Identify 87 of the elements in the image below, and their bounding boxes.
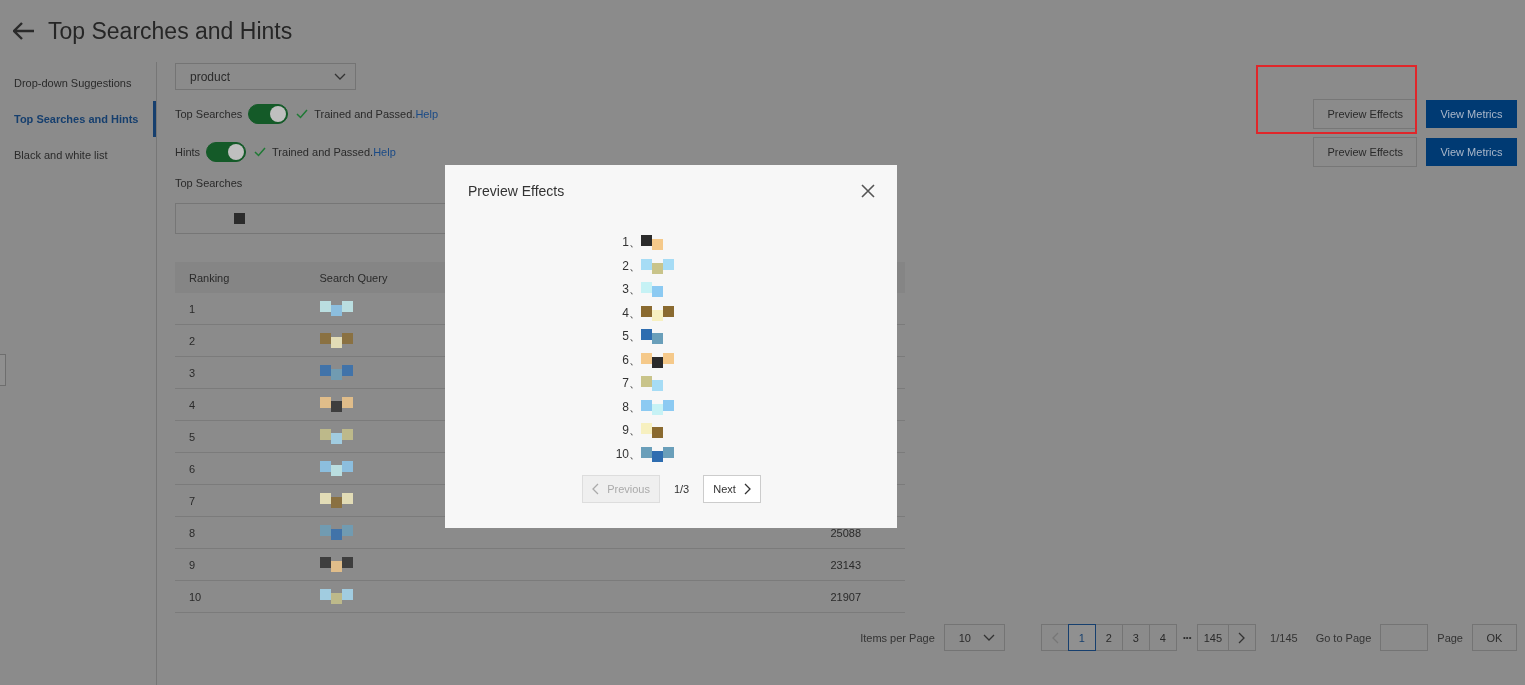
- close-icon[interactable]: [861, 184, 875, 198]
- help-link[interactable]: Help: [373, 146, 396, 158]
- preview-effects-button[interactable]: Preview Effects: [1313, 137, 1417, 167]
- check-icon: [296, 109, 309, 119]
- table-cell: 4: [175, 388, 306, 421]
- page-button[interactable]: 2: [1094, 624, 1123, 651]
- list-number: 6、: [621, 351, 641, 369]
- pixelated-text: [319, 493, 353, 508]
- chevron-down-icon: [982, 633, 995, 642]
- pixelated-text: [641, 305, 674, 321]
- list-number: 5、: [621, 328, 641, 346]
- page-title: Top Searches and Hints: [48, 17, 293, 45]
- pixelated-text: [641, 235, 663, 251]
- pixelated-text: [641, 446, 674, 462]
- feature-label: Top Searches: [175, 108, 243, 120]
- table-cell: 7: [175, 484, 306, 517]
- pixelated-text: [234, 213, 245, 224]
- table-cell: 21907: [830, 590, 861, 603]
- table-cell: 10: [175, 580, 306, 613]
- page-button[interactable]: 145: [1196, 624, 1230, 651]
- back-arrow-icon[interactable]: [13, 22, 35, 40]
- ok-button[interactable]: OK: [1472, 624, 1517, 651]
- table-cell: 1: [175, 293, 306, 325]
- status-text: Trained and Passed.Help: [314, 108, 438, 120]
- page-button[interactable]: 4: [1148, 624, 1177, 651]
- list-number: 1、: [621, 234, 641, 252]
- collapse-handle[interactable]: [0, 354, 6, 386]
- pixelated-text: [319, 525, 353, 540]
- table-cell: 2: [175, 324, 306, 357]
- pixelated-text: [641, 352, 674, 368]
- sidebar-item[interactable]: Top Searches and Hints: [0, 101, 156, 137]
- list-number: 7、: [621, 375, 641, 393]
- preview-effects-button[interactable]: Preview Effects: [1313, 99, 1417, 129]
- table-cell: 23143: [830, 558, 861, 571]
- page-button[interactable]: 3: [1121, 624, 1150, 651]
- table-cell: 25088: [830, 526, 861, 539]
- pixelated-text: [319, 333, 353, 348]
- pixelated-text: [641, 282, 663, 298]
- pagination-ellipsis: •••: [1182, 633, 1193, 642]
- chevron-right-icon: [1238, 631, 1247, 644]
- page-counter: 1/3: [673, 483, 690, 495]
- pixelated-text: [319, 461, 353, 476]
- index-select[interactable]: product: [175, 63, 356, 90]
- table-cell: 6: [175, 452, 306, 485]
- pixelated-text: [641, 399, 674, 415]
- chevron-down-icon: [334, 72, 346, 81]
- list-number: 4、: [621, 304, 641, 322]
- feature-label: Hints: [175, 146, 201, 158]
- pixelated-text: [319, 301, 353, 316]
- previous-page-button[interactable]: [1040, 624, 1069, 651]
- pixelated-text: [641, 423, 663, 439]
- page-button[interactable]: 1: [1067, 624, 1096, 651]
- table-cell: 9: [175, 548, 306, 581]
- goto-label: Go to Page: [1315, 631, 1372, 644]
- pixelated-text: [319, 397, 353, 412]
- toggle-switch[interactable]: [248, 104, 289, 124]
- page-summary: 1/145: [1270, 631, 1298, 644]
- table-cell: 8: [175, 516, 306, 549]
- sidebar-item[interactable]: Black and white list: [0, 137, 156, 173]
- check-icon: [254, 147, 267, 157]
- chevron-right-icon: [743, 483, 751, 495]
- section-title: Top Searches: [175, 177, 243, 191]
- items-per-page-label: Items per Page: [860, 631, 935, 644]
- page-suffix: Page: [1437, 631, 1463, 644]
- pixelated-text: [319, 589, 353, 604]
- next-button[interactable]: Next: [703, 475, 761, 503]
- list-number: 9、: [621, 422, 641, 440]
- toggle-switch[interactable]: [206, 142, 247, 162]
- chevron-left-icon: [592, 483, 600, 495]
- sidebar-item[interactable]: Drop-down Suggestions: [0, 65, 156, 101]
- help-link[interactable]: Help: [415, 108, 438, 120]
- table-cell: 3: [175, 356, 306, 389]
- list-number: 10、: [614, 445, 641, 463]
- table-cell: 5: [175, 420, 306, 453]
- dialog-title: Preview Effects: [468, 183, 565, 199]
- status-text: Trained and Passed.Help: [272, 146, 396, 158]
- list-number: 8、: [621, 398, 641, 416]
- pixelated-text: [641, 329, 663, 345]
- pixelated-text: [641, 376, 663, 392]
- pixelated-text: [319, 365, 353, 380]
- pixelated-text: [641, 258, 674, 274]
- view-metrics-button[interactable]: View Metrics: [1426, 138, 1517, 166]
- view-metrics-button[interactable]: View Metrics: [1426, 100, 1517, 128]
- pixelated-text: [319, 429, 353, 444]
- page-size-select[interactable]: 10: [943, 624, 1005, 651]
- column-header: Ranking: [175, 262, 306, 293]
- pixelated-text: [319, 557, 353, 572]
